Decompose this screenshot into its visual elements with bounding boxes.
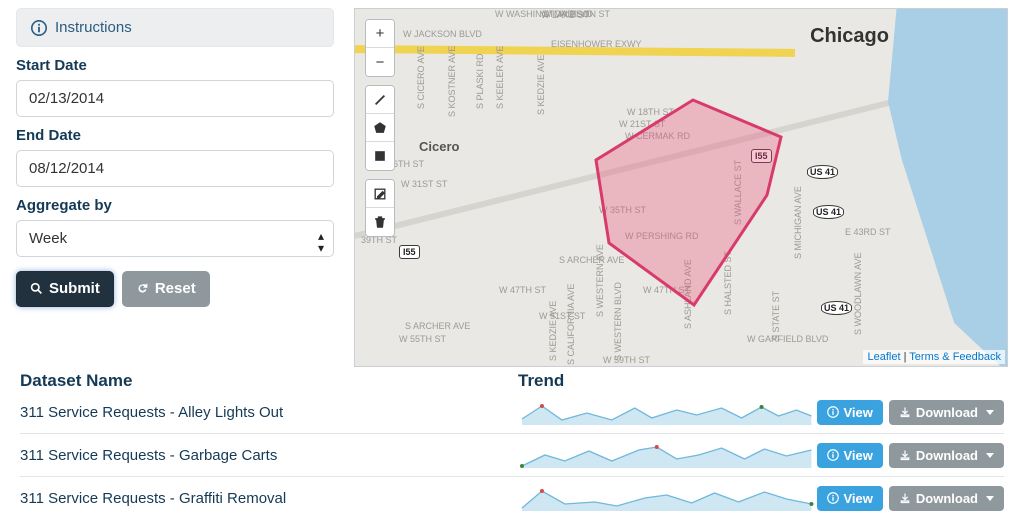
zoom-out-button[interactable]: − [366,48,394,76]
chevron-down-icon [986,410,994,415]
sparkline [517,484,816,512]
dataset-name: 311 Service Requests - Alley Lights Out [20,404,517,421]
draw-line-button[interactable] [366,86,394,114]
table-row: 311 Service Requests - Alley Lights Out … [20,391,1004,434]
start-date-label: Start Date [16,57,334,74]
table-row: 311 Service Requests - Graffiti Removal … [20,477,1004,519]
draw-line-icon [373,93,387,107]
aggregate-select[interactable]: Week [16,220,334,257]
download-icon [899,449,911,461]
city-label: Chicago [810,25,889,48]
refresh-icon [136,282,149,295]
results-table: Dataset Name Trend 311 Service Requests … [0,367,1024,519]
download-button[interactable]: Download [889,486,1004,511]
end-date-label: End Date [16,127,334,144]
feedback-link[interactable]: Terms & Feedback [909,351,1001,363]
chevron-down-icon [986,496,994,501]
download-icon [899,406,911,418]
edit-icon [373,187,387,201]
draw-rect-button[interactable] [366,142,394,170]
map-controls: + − [365,19,395,237]
table-row: 311 Service Requests - Garbage Carts Vie… [20,434,1004,477]
drawn-polygon[interactable] [591,95,785,309]
cicero-label: Cicero [419,139,459,154]
start-date-input[interactable] [16,80,334,117]
edit-shapes-button[interactable] [366,180,394,208]
trash-icon [373,215,387,229]
delete-shapes-button[interactable] [366,208,394,236]
info-icon [31,20,47,36]
chevron-down-icon [986,453,994,458]
view-button[interactable]: View [817,443,883,468]
dataset-name: 311 Service Requests - Garbage Carts [20,447,517,464]
end-date-input[interactable] [16,150,334,187]
sparkline [517,441,816,469]
view-button[interactable]: View [817,400,883,425]
draw-polygon-button[interactable] [366,114,394,142]
info-icon [827,449,839,461]
info-icon [827,406,839,418]
zoom-in-button[interactable]: + [366,20,394,48]
download-button[interactable]: Download [889,400,1004,425]
submit-button[interactable]: Submit [16,271,114,307]
dataset-name: 311 Service Requests - Graffiti Removal [20,490,517,507]
filter-sidebar: Instructions Start Date End Date Aggrega… [16,8,334,367]
polygon-icon [373,121,387,135]
instructions-button[interactable]: Instructions [16,8,334,47]
us41-badge: US 41 [813,205,844,219]
map[interactable]: W WASHINGTON BLVD W MADISON ST W JACKSON… [354,8,1008,367]
download-button[interactable]: Download [889,443,1004,468]
sparkline [517,398,816,426]
instructions-label: Instructions [55,19,132,36]
square-icon [373,149,387,163]
trend-header: Trend [518,371,1004,391]
download-icon [899,492,911,504]
us41-badge: US 41 [807,165,838,179]
search-icon [30,282,43,295]
map-attribution: Leaflet | Terms & Feedback [863,350,1005,364]
i55-badge: I55 [399,245,420,259]
info-icon [827,492,839,504]
leaflet-link[interactable]: Leaflet [867,351,900,363]
us41-badge: US 41 [821,301,852,315]
aggregate-label: Aggregate by [16,197,334,214]
view-button[interactable]: View [817,486,883,511]
dataset-name-header: Dataset Name [20,371,518,391]
reset-button[interactable]: Reset [122,271,210,307]
